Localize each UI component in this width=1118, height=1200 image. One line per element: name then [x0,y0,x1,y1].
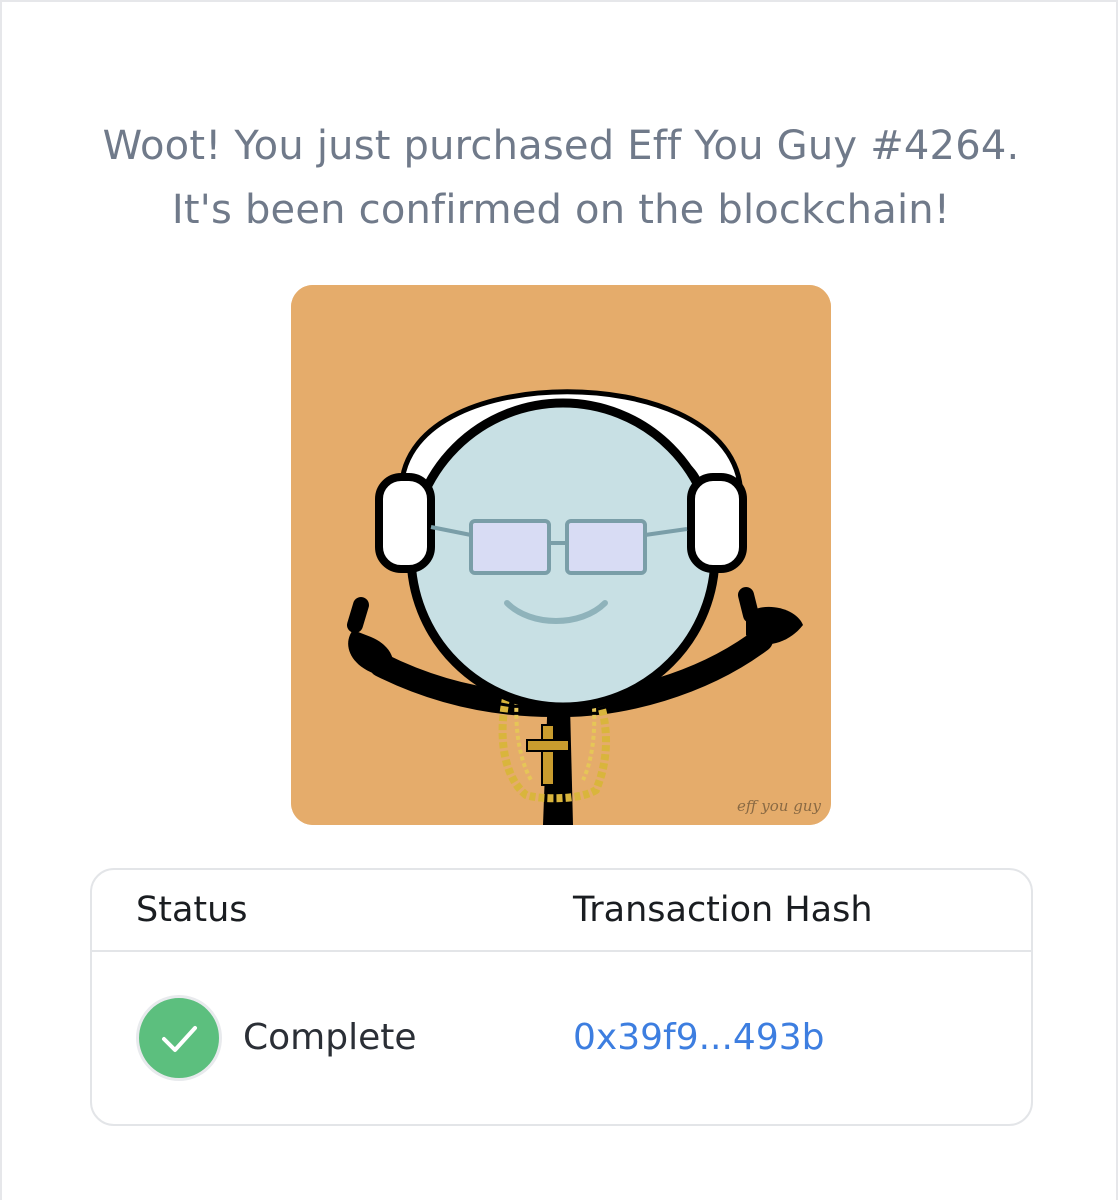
transaction-info-card: Status Transaction Hash Complete 0x39f9.… [90,868,1033,1126]
confirmation-message: Woot! You just purchased Eff You Guy #42… [2,114,1118,242]
confirmation-message-line-1: Woot! You just purchased Eff You Guy #42… [102,123,1020,169]
check-circle-icon [136,995,222,1081]
nft-artwork: eff you guy [291,285,831,825]
status-value: Complete [243,1017,417,1058]
status-column-header: Status [136,890,248,930]
transaction-hash-link[interactable]: 0x39f9...493b [573,1016,825,1060]
confirmation-message-line-2: It's been confirmed on the blockchain! [171,187,951,233]
transaction-hash-column-header: Transaction Hash [573,890,873,930]
transaction-table-header: Status Transaction Hash [92,870,1031,952]
purchase-confirmation-panel: Woot! You just purchased Eff You Guy #42… [0,0,1118,1200]
nft-signature: eff you guy [737,797,821,815]
